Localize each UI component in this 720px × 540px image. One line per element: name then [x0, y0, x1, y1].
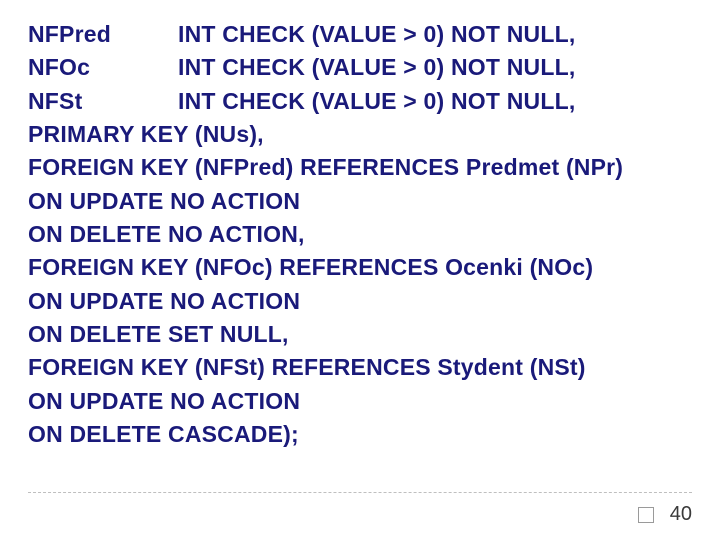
column-name: NFPred [28, 18, 178, 51]
sql-line: PRIMARY KEY (NUs), [28, 118, 692, 151]
sql-line: ON DELETE NO ACTION, [28, 218, 692, 251]
page-number: 40 [670, 503, 692, 526]
sql-line: FOREIGN KEY (NFSt) REFERENCES Stydent (N… [28, 351, 692, 384]
column-name: NFOc [28, 51, 178, 84]
sql-line: ON UPDATE NO ACTION [28, 185, 692, 218]
column-row: NFSt INT CHECK (VALUE > 0) NOT NULL, [28, 85, 692, 118]
sql-code-block: NFPred INT CHECK (VALUE > 0) NOT NULL, N… [28, 18, 692, 492]
slide: NFPred INT CHECK (VALUE > 0) NOT NULL, N… [0, 0, 720, 540]
sql-line: ON UPDATE NO ACTION [28, 285, 692, 318]
column-type: INT CHECK (VALUE > 0) NOT NULL, [178, 18, 575, 51]
slide-footer: 40 [28, 492, 692, 526]
sql-line: ON DELETE CASCADE); [28, 418, 692, 451]
sql-line: FOREIGN KEY (NFOc) REFERENCES Ocenki (NO… [28, 251, 692, 284]
checkbox-icon [638, 507, 654, 523]
column-type: INT CHECK (VALUE > 0) NOT NULL, [178, 85, 575, 118]
column-name: NFSt [28, 85, 178, 118]
sql-line: ON DELETE SET NULL, [28, 318, 692, 351]
column-row: NFOc INT CHECK (VALUE > 0) NOT NULL, [28, 51, 692, 84]
sql-line: ON UPDATE NO ACTION [28, 385, 692, 418]
column-definitions: NFPred INT CHECK (VALUE > 0) NOT NULL, N… [28, 18, 692, 118]
sql-line: FOREIGN KEY (NFPred) REFERENCES Predmet … [28, 151, 692, 184]
column-row: NFPred INT CHECK (VALUE > 0) NOT NULL, [28, 18, 692, 51]
column-type: INT CHECK (VALUE > 0) NOT NULL, [178, 51, 575, 84]
